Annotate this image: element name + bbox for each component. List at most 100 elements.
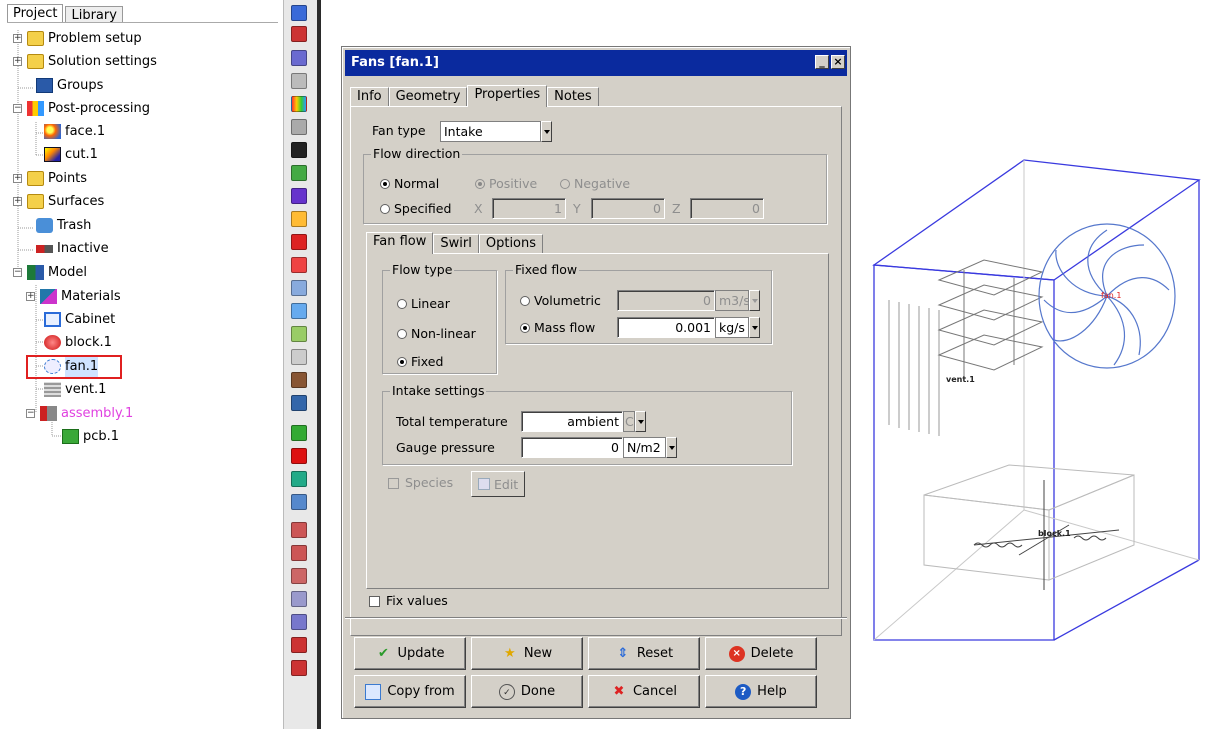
toolbar-icon[interactable] <box>291 142 307 158</box>
toolbar-icon[interactable] <box>291 395 307 411</box>
specified-radio[interactable] <box>380 204 390 214</box>
tree-item-block1[interactable]: block.1 <box>44 331 112 354</box>
fan-type-dropdown-icon[interactable] <box>541 121 552 142</box>
mass-flow-field[interactable]: 0.001 <box>617 317 715 338</box>
dialog-titlebar[interactable]: Fans [fan.1] _ × <box>345 50 847 76</box>
temperature-unit-select[interactable]: C <box>623 411 635 432</box>
toolbar-icon[interactable] <box>291 26 307 42</box>
volumetric-field[interactable]: 0 <box>617 290 715 311</box>
mass-flow-unit-select[interactable]: kg/s <box>715 317 749 338</box>
tree-item-post-processing[interactable]: − Post-processing <box>13 97 150 120</box>
fixed-radio[interactable] <box>397 357 407 367</box>
toolbar-icon[interactable] <box>291 73 307 89</box>
z-field[interactable]: 0 <box>690 198 764 219</box>
toolbar-icon[interactable] <box>291 349 307 365</box>
expand-icon[interactable]: + <box>13 34 22 43</box>
update-button[interactable]: ✔ Update <box>354 637 466 670</box>
tab-fan-flow[interactable]: Fan flow <box>366 232 434 254</box>
collapse-icon[interactable]: − <box>26 409 35 418</box>
tree-item-problem-setup[interactable]: + Problem setup <box>13 27 142 50</box>
toolbar-icon[interactable] <box>291 545 307 561</box>
expand-icon[interactable]: + <box>13 174 22 183</box>
volumetric-unit-select[interactable]: m3/s <box>715 290 750 311</box>
toolbar-icon[interactable] <box>291 96 307 112</box>
tab-geometry[interactable]: Geometry <box>388 87 468 106</box>
mass-flow-unit-dropdown-icon[interactable] <box>749 317 760 338</box>
toolbar-icon[interactable] <box>291 303 307 319</box>
expand-icon[interactable]: + <box>26 292 35 301</box>
tree-item-vent1[interactable]: vent.1 <box>44 378 106 401</box>
toolbar-icon[interactable] <box>291 326 307 342</box>
toolbar-icon[interactable] <box>291 660 307 676</box>
expand-icon[interactable]: + <box>13 57 22 66</box>
toolbar-icon[interactable] <box>291 568 307 584</box>
tab-notes[interactable]: Notes <box>547 87 599 106</box>
toolbar-icon[interactable] <box>291 522 307 538</box>
tree-item-cabinet[interactable]: Cabinet <box>44 308 115 331</box>
edit-species-button[interactable]: Edit <box>471 471 526 497</box>
tree-item-trash[interactable]: Trash <box>36 214 91 237</box>
toolbar-icon[interactable] <box>291 5 307 21</box>
toolbar-icon[interactable] <box>291 257 307 273</box>
y-field[interactable]: 0 <box>591 198 665 219</box>
toolbar-icon[interactable] <box>291 591 307 607</box>
copy-from-button[interactable]: Copy from <box>354 675 466 708</box>
tree-item-points[interactable]: + Points <box>13 167 87 190</box>
volumetric-unit-dropdown-icon[interactable] <box>749 290 760 311</box>
normal-radio[interactable] <box>380 179 390 189</box>
tree-item-solution-settings[interactable]: + Solution settings <box>13 50 157 73</box>
toolbar-icon[interactable] <box>291 50 307 66</box>
positive-radio[interactable] <box>475 179 485 189</box>
toolbar-icon[interactable] <box>291 372 307 388</box>
reset-button[interactable]: ⇕ Reset <box>588 637 700 670</box>
linear-radio[interactable] <box>397 299 407 309</box>
tab-options[interactable]: Options <box>478 234 544 253</box>
tree-item-cut1[interactable]: cut.1 <box>44 143 98 166</box>
x-field[interactable]: 1 <box>492 198 566 219</box>
help-button[interactable]: ? Help <box>705 675 817 708</box>
tree-item-face1[interactable]: face.1 <box>44 120 105 143</box>
species-checkbox[interactable] <box>388 478 399 489</box>
volumetric-radio[interactable] <box>520 296 530 306</box>
toolbar-icon[interactable] <box>291 234 307 250</box>
toolbar-icon[interactable] <box>291 448 307 464</box>
toolbar-icon[interactable] <box>291 614 307 630</box>
fix-values-checkbox[interactable] <box>369 596 380 607</box>
tree-item-surfaces[interactable]: + Surfaces <box>13 190 104 213</box>
gauge-pressure-field[interactable]: 0 <box>521 437 623 458</box>
negative-radio[interactable] <box>560 179 570 189</box>
toolbar-icon[interactable] <box>291 119 307 135</box>
delete-button[interactable]: × Delete <box>705 637 817 670</box>
expand-icon[interactable]: + <box>13 197 22 206</box>
tree-item-assembly1[interactable]: − assembly.1 <box>26 402 133 425</box>
close-icon[interactable]: × <box>831 55 845 69</box>
model-3d-view[interactable]: fan.1 vent.1 block.1 <box>864 150 1209 650</box>
tree-item-pcb1[interactable]: pcb.1 <box>62 425 119 448</box>
tree-item-model[interactable]: − Model <box>13 261 87 284</box>
toolbar-icon[interactable] <box>291 494 307 510</box>
pressure-unit-dropdown-icon[interactable] <box>666 437 677 458</box>
tree-item-groups[interactable]: Groups <box>36 74 103 97</box>
toolbar-icon[interactable] <box>291 211 307 227</box>
toolbar-icon[interactable] <box>291 165 307 181</box>
cancel-button[interactable]: ✖ Cancel <box>588 675 700 708</box>
toolbar-icon[interactable] <box>291 471 307 487</box>
tree-item-materials[interactable]: + Materials <box>26 285 121 308</box>
tab-info[interactable]: Info <box>350 87 389 106</box>
toolbar-icon[interactable] <box>291 637 307 653</box>
fan-type-select[interactable]: Intake <box>440 121 541 142</box>
tree-item-inactive[interactable]: Inactive <box>36 237 109 260</box>
minimize-icon[interactable]: _ <box>815 55 829 69</box>
mass-flow-radio[interactable] <box>520 323 530 333</box>
collapse-icon[interactable]: − <box>13 268 22 277</box>
toolbar-icon[interactable] <box>291 425 307 441</box>
toolbar-icon[interactable] <box>291 280 307 296</box>
done-button[interactable]: ✓ Done <box>471 675 583 708</box>
temperature-unit-dropdown-icon[interactable] <box>635 411 646 432</box>
collapse-icon[interactable]: − <box>13 104 22 113</box>
tab-swirl[interactable]: Swirl <box>433 234 479 253</box>
non-linear-radio[interactable] <box>397 329 407 339</box>
tab-properties[interactable]: Properties <box>467 85 548 107</box>
new-button[interactable]: ★ New <box>471 637 583 670</box>
toolbar-icon[interactable] <box>291 188 307 204</box>
